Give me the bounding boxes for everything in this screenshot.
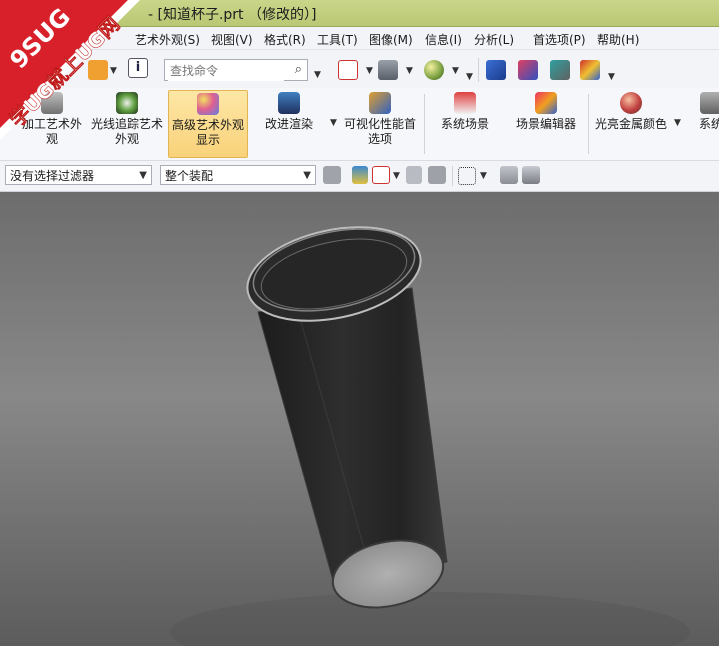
menu-format[interactable]: 格式(R) xyxy=(264,31,306,48)
watermark-logo: 9SUG 学UG就上UG网 xyxy=(0,0,140,140)
ribbon-visual-prefs-label: 可视化性能首选项 xyxy=(343,117,416,146)
filter-divider xyxy=(452,166,453,186)
render-icon xyxy=(278,92,300,114)
advanced-studio-icon xyxy=(197,93,219,115)
studio-task-icon[interactable] xyxy=(486,60,506,80)
paint-icon[interactable] xyxy=(580,60,600,80)
snap-point-icon[interactable] xyxy=(352,166,368,184)
metal-color-dropdown-arrow[interactable]: ▼ xyxy=(674,118,681,128)
rectangle-select-icon[interactable] xyxy=(458,167,476,185)
render-dropdown-arrow[interactable]: ▼ xyxy=(330,118,337,128)
ribbon-divider-1 xyxy=(424,94,425,154)
render-style-dropdown-arrow[interactable]: ▼ xyxy=(406,66,413,76)
select-all-icon[interactable] xyxy=(323,166,341,184)
ribbon-metal-color-label: 光亮金属颜色 xyxy=(594,117,667,131)
ribbon-advanced-studio-label: 高级艺术外观显示 xyxy=(171,118,244,147)
rectangle-select-dropdown-arrow[interactable]: ▼ xyxy=(480,171,487,181)
command-search[interactable]: ⌕ xyxy=(164,59,308,81)
system-icon xyxy=(700,92,719,114)
render-style-icon[interactable] xyxy=(378,60,398,80)
shading-sphere-icon[interactable] xyxy=(424,60,444,80)
ribbon-visual-prefs-button[interactable]: 可视化性能首选项 xyxy=(340,90,420,156)
show-body-icon[interactable] xyxy=(522,166,540,184)
metal-color-icon xyxy=(620,92,642,114)
ribbon-scene-editor-label: 场景编辑器 xyxy=(515,117,576,131)
material-palette-icon[interactable] xyxy=(518,60,538,80)
ribbon-system-label: 系统 xyxy=(698,117,719,131)
ribbon-divider-2 xyxy=(588,94,589,154)
search-icon[interactable]: ⌕ xyxy=(295,62,302,77)
ribbon-improve-render-button[interactable]: 改进渲染 xyxy=(258,90,320,156)
menu-help[interactable]: 帮助(H) xyxy=(597,31,639,48)
camera-icon[interactable] xyxy=(550,60,570,80)
menu-image[interactable]: 图像(M) xyxy=(369,31,413,48)
menu-tools[interactable]: 工具(T) xyxy=(317,31,358,48)
toolbar-overflow-arrow[interactable]: ▼ xyxy=(466,72,473,82)
ribbon-scene-editor-button[interactable]: 场景编辑器 xyxy=(510,90,582,156)
search-dropdown-arrow[interactable]: ▼ xyxy=(314,70,321,80)
ribbon-system-scene-button[interactable]: 系统场景 xyxy=(434,90,496,156)
hide-body-icon[interactable] xyxy=(500,166,518,184)
point-dropdown-arrow[interactable]: ▼ xyxy=(393,171,400,181)
fit-view-dropdown-arrow[interactable]: ▼ xyxy=(366,66,373,76)
scene-editor-icon xyxy=(535,92,557,114)
visual-prefs-icon xyxy=(369,92,391,114)
menu-preferences[interactable]: 首选项(P) xyxy=(533,31,586,48)
search-input[interactable] xyxy=(168,61,284,81)
ribbon-metal-color-button[interactable]: 光亮金属颜色 xyxy=(592,90,670,156)
ribbon-advanced-studio-button[interactable]: 高级艺术外观显示 xyxy=(168,90,248,158)
menu-view[interactable]: 视图(V) xyxy=(211,31,253,48)
edge-select-icon[interactable] xyxy=(428,166,446,184)
fit-view-icon[interactable] xyxy=(338,60,358,80)
ribbon-system-button[interactable]: 系统 xyxy=(696,90,719,156)
scope-select[interactable]: 整个装配 ▼ xyxy=(160,165,316,185)
chevron-down-icon: ▼ xyxy=(303,170,311,181)
toolbar-divider xyxy=(478,58,479,82)
move-handle-icon[interactable] xyxy=(406,166,422,184)
shading-dropdown-arrow[interactable]: ▼ xyxy=(452,66,459,76)
point-on-face-icon[interactable] xyxy=(372,166,390,184)
cup-model-render xyxy=(0,192,719,646)
graphics-viewport[interactable] xyxy=(0,192,719,646)
menu-info[interactable]: 信息(I) xyxy=(425,31,462,48)
menu-analysis[interactable]: 分析(L) xyxy=(474,31,514,48)
paint-overflow-arrow[interactable]: ▼ xyxy=(608,72,615,82)
ribbon-improve-render-label: 改进渲染 xyxy=(264,117,313,131)
ribbon-system-scene-label: 系统场景 xyxy=(440,117,489,131)
system-scene-icon xyxy=(454,92,476,114)
